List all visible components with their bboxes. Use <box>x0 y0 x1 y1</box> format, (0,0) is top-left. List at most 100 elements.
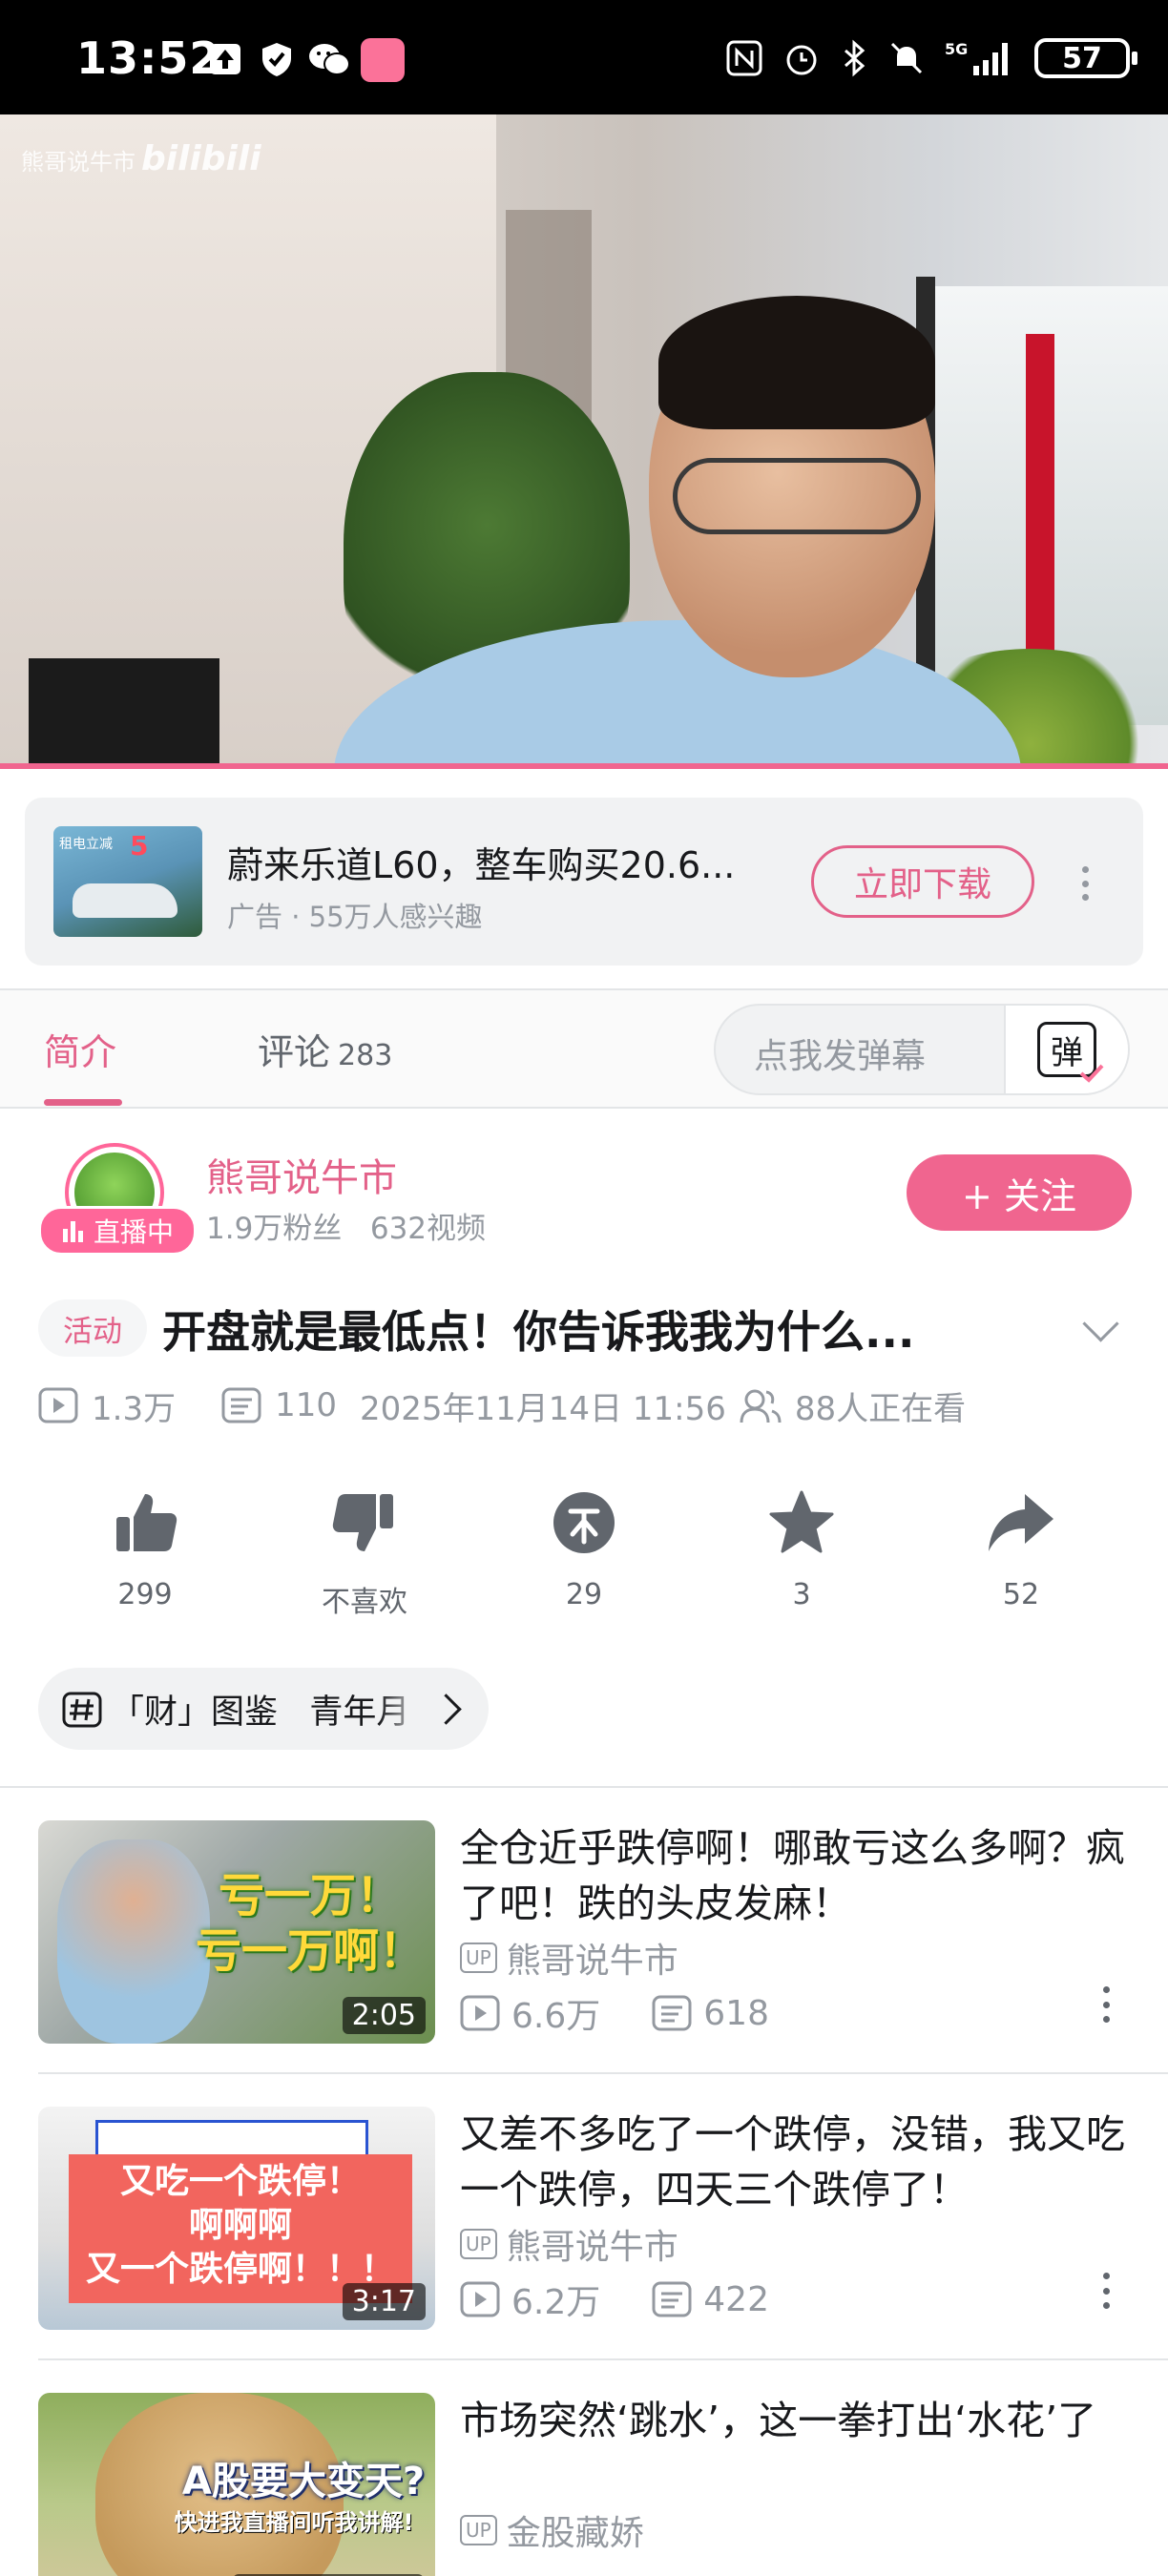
dislike-icon <box>332 1494 393 1551</box>
divider <box>0 1786 1168 1788</box>
danmaku-placeholder: 点我发弹幕 <box>754 1037 927 1076</box>
chevron-down-icon[interactable] <box>1082 1305 1119 1342</box>
battery-indicator: 57 <box>1034 38 1137 78</box>
up-icon: UP <box>460 2515 497 2545</box>
status-bar: 13:52 5G 57 <box>0 0 1168 114</box>
upload-icon <box>210 44 240 74</box>
activity-tag[interactable]: 活动 <box>38 1299 147 1357</box>
like-count: 299 <box>117 1578 173 1611</box>
ad-card[interactable]: 租电立减 5 蔚来乐道L60，整车购买20.6... 广告 · 55万人感兴趣 … <box>25 798 1143 966</box>
more-icon[interactable] <box>1103 2273 1111 2309</box>
share-button[interactable]: 52 <box>935 1488 1107 1611</box>
ad-download-button[interactable]: 立即下载 <box>811 845 1034 918</box>
uploader-name[interactable]: 熊哥说牛市 <box>206 1147 397 1202</box>
danmaku-toggle-button[interactable]: 弹 <box>1004 1006 1128 1093</box>
coin-icon <box>553 1492 615 1553</box>
up-icon: UP <box>460 1942 497 1973</box>
divider <box>0 1107 1168 1109</box>
video-progress-bar[interactable] <box>0 763 1168 769</box>
shield-icon <box>262 43 291 76</box>
follow-button[interactable]: + 关注 <box>907 1154 1132 1231</box>
ad-thumbnail[interactable]: 租电立减 5 <box>53 826 202 937</box>
mute-icon <box>890 42 923 74</box>
related-stats: 6.2万 422 <box>460 2275 769 2324</box>
danmaku-input[interactable]: 点我发弹幕 弹 <box>714 1004 1130 1095</box>
video-watermark: 熊哥说牛市 bilibili <box>21 139 261 178</box>
check-icon <box>1079 1064 1104 1083</box>
related-uploader: UP 金股藏娇 <box>460 2505 644 2555</box>
related-view-count: 6.2万 <box>511 2283 601 2322</box>
ad-more-icon[interactable] <box>1082 866 1090 901</box>
related-title[interactable]: 市场突然‘跳水’，这一拳打出‘水花’了 <box>460 2393 1137 2448</box>
view-count: 1.3万 <box>92 1389 177 1428</box>
tab-comments[interactable]: 评论 283 <box>258 1023 392 1075</box>
play-count-icon <box>460 2281 500 2317</box>
topic-chip[interactable]: 「财」图鉴 青年月 <box>38 1668 489 1750</box>
related-video-item[interactable]: 亏一万！ 亏一万啊！ 2:05 全仓近乎跌停啊！哪敢亏这么多啊？疯了吧！跌的头皮… <box>0 1799 1168 2047</box>
uploader-stats: 1.9万粉丝 632视频 <box>206 1212 487 1246</box>
danmaku-count-icon <box>652 1995 692 2031</box>
ad-subtitle: 广告 · 55万人感兴趣 <box>227 901 483 933</box>
chevron-right-icon <box>430 1693 462 1725</box>
danmaku-count-icon <box>652 2281 692 2317</box>
watermark-name: 熊哥说牛市 <box>21 149 136 176</box>
related-thumbnail[interactable]: 又吃一个跌停！ 啊啊啊 又一个跌停啊！！！ 3:17 <box>38 2107 435 2330</box>
related-thumbnail[interactable]: A股要大变天? 快进我直播间听我讲解! 直播 <box>38 2393 435 2576</box>
tab-comments-label: 评论 <box>258 1031 331 1073</box>
video-frame-person-hair <box>658 296 935 429</box>
publish-date: 2025年11月14日 11:56 <box>359 1389 726 1428</box>
tab-bar: 简介 评论 283 点我发弹幕 弹 <box>0 990 1168 1107</box>
up-icon: UP <box>460 2229 497 2259</box>
thumb-person <box>57 1839 210 2044</box>
divider <box>38 2358 1168 2360</box>
play-count-icon <box>460 1995 500 2031</box>
nfc-icon <box>726 40 762 76</box>
related-uploader-name: 熊哥说牛市 <box>506 1942 678 1981</box>
related-uploader: UP 熊哥说牛市 <box>460 2219 678 2269</box>
thumb-subcaption: 快进我直播间听我讲解! <box>174 2509 414 2536</box>
share-icon <box>989 1494 1053 1551</box>
danmaku-icon: 弹 <box>1037 1022 1104 1083</box>
coin-count: 29 <box>565 1578 603 1611</box>
video-duration: 3:17 <box>342 2283 426 2320</box>
thumb-caption: 亏一万！ 亏一万啊！ <box>195 1869 425 1978</box>
video-frame-tv <box>29 658 219 767</box>
related-uploader: UP 熊哥说牛市 <box>460 1933 678 1983</box>
related-title[interactable]: 又差不多吃了一个跌停，没错，我又吃一个跌停，四天三个跌停了！ <box>460 2107 1137 2217</box>
coin-button[interactable]: 29 <box>498 1488 670 1611</box>
dislike-button[interactable]: 不喜欢 <box>279 1488 450 1620</box>
like-button[interactable]: 299 <box>59 1488 231 1611</box>
video-player[interactable] <box>0 114 1168 767</box>
svg-text:5G: 5G <box>945 40 968 58</box>
tab-comments-count: 283 <box>338 1039 393 1072</box>
favorite-count: 3 <box>792 1578 811 1611</box>
divider <box>38 2072 1168 2074</box>
related-video-item[interactable]: A股要大变天? 快进我直播间听我讲解! 直播 市场突然‘跳水’，这一拳打出‘水花… <box>0 2372 1168 2576</box>
video-meta: 1.3万 110 2025年11月14日 11:56 88人正在看 <box>38 1381 966 1429</box>
topic-chip-label: 「财」图鉴 青年月 <box>111 1693 410 1732</box>
ad-thumb-number: 5 <box>130 830 149 862</box>
wechat-icon <box>309 44 350 75</box>
related-video-item[interactable]: 又吃一个跌停！ 啊啊啊 又一个跌停啊！！！ 3:17 又差不多吃了一个跌停，没错… <box>0 2086 1168 2334</box>
more-icon[interactable] <box>1103 1986 1111 2023</box>
related-thumbnail[interactable]: 亏一万！ 亏一万啊！ 2:05 <box>38 1820 435 2044</box>
bluetooth-icon <box>845 39 866 77</box>
related-title[interactable]: 全仓近乎跌停啊！哪敢亏这么多啊？疯了吧！跌的头皮发麻！ <box>460 1820 1137 1931</box>
related-stats: 6.6万 618 <box>460 1988 769 2038</box>
video-frame-person-glasses <box>673 458 921 534</box>
ad-thumb-tag: 租电立减 <box>59 837 113 852</box>
live-badge[interactable]: 直播中 <box>38 1206 197 1256</box>
danmaku-count: 110 <box>275 1386 337 1424</box>
video-duration: 2:05 <box>342 1997 426 2034</box>
favorite-button[interactable]: 3 <box>716 1488 887 1611</box>
5g-signal-icon: 5G <box>945 40 1008 75</box>
live-bars-icon <box>62 1221 83 1242</box>
ad-title[interactable]: 蔚来乐道L60，整车购买20.6... <box>227 836 735 888</box>
watermark-brand: bilibili <box>141 139 261 178</box>
share-count: 52 <box>1002 1578 1040 1611</box>
dislike-label: 不喜欢 <box>322 1586 407 1619</box>
video-title[interactable]: 开盘就是最低点！你告诉我我为什么... <box>162 1298 914 1361</box>
tab-intro[interactable]: 简介 <box>44 1023 116 1075</box>
related-uploader-name: 熊哥说牛市 <box>506 2228 678 2267</box>
related-view-count: 6.6万 <box>511 1997 601 2036</box>
